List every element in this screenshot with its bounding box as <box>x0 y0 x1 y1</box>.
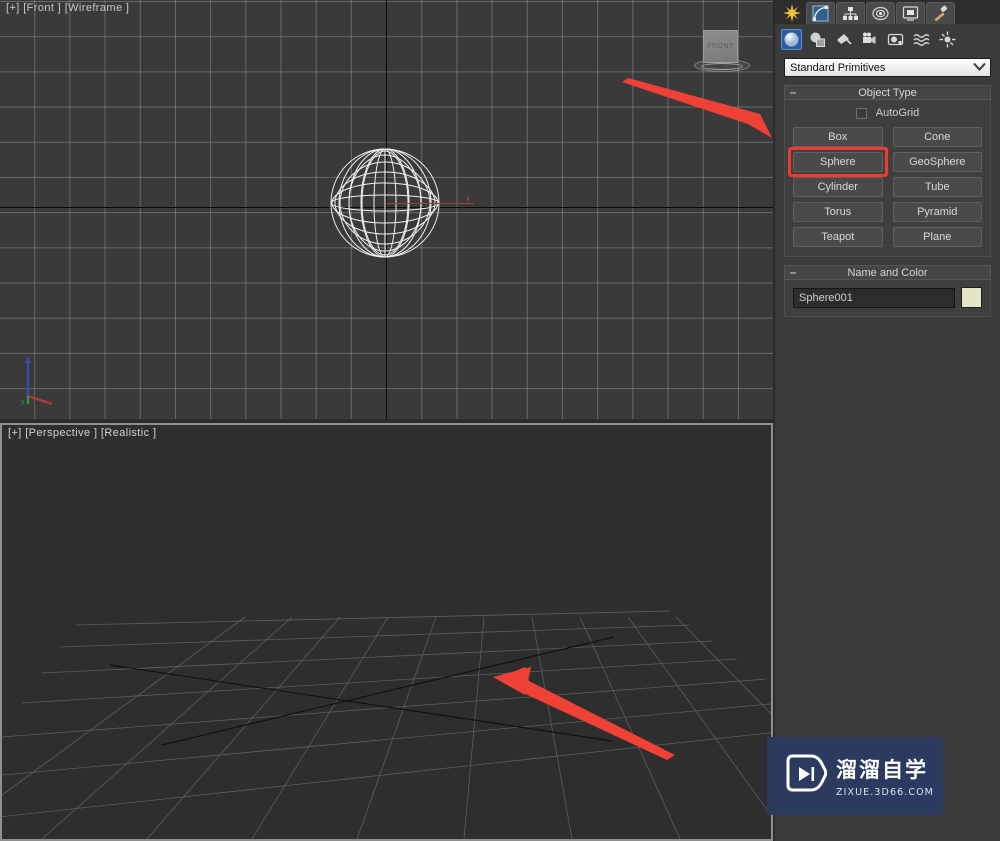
object-button-geosphere-label: GeoSphere <box>909 156 966 168</box>
rollout-object-type: Object Type AutoGrid Box Cone Sphere Geo… <box>784 85 991 257</box>
object-button-box-label: Box <box>828 131 848 143</box>
collapse-icon-name-color[interactable] <box>790 272 796 273</box>
tab-create[interactable] <box>779 2 805 24</box>
svg-text:x: x <box>44 399 48 406</box>
object-button-cone[interactable]: Cone <box>892 127 982 147</box>
sphere-icon <box>784 32 799 46</box>
object-button-pyramid[interactable]: Pyramid <box>892 202 982 222</box>
viewport-front[interactable]: x FRONT x y [+] [Front ] [Wireframe ] <box>0 0 773 419</box>
viewcube-inner-ring[interactable] <box>701 63 743 70</box>
object-button-cylinder[interactable]: Cylinder <box>793 177 883 197</box>
category-dropdown[interactable]: Standard Primitives <box>784 58 991 77</box>
category-dropdown-value: Standard Primitives <box>790 61 886 74</box>
perspective-ground-grid <box>2 425 771 839</box>
play-logo-icon <box>781 751 828 802</box>
rollout-body-name-and-color: Sphere001 <box>784 280 991 317</box>
object-button-torus-label: Torus <box>824 206 852 218</box>
object-button-tube-label: Tube <box>924 181 950 193</box>
category-systems[interactable] <box>937 29 958 50</box>
viewcube-face-label[interactable]: FRONT <box>703 30 738 63</box>
object-type-button-grid: Box Cone Sphere GeoSphere Cylinder Tube … <box>788 127 982 247</box>
tab-motion[interactable] <box>866 2 895 24</box>
autogrid-row: AutoGrid <box>793 107 982 119</box>
object-button-sphere[interactable]: Sphere <box>788 147 888 177</box>
tab-hierarchy[interactable] <box>836 2 865 24</box>
object-button-teapot[interactable]: Teapot <box>793 227 883 247</box>
hierarchy-icon <box>843 7 858 20</box>
hammer-icon <box>934 5 948 22</box>
category-dropdown-wrapper: Standard Primitives <box>775 54 1000 77</box>
tab-utilities[interactable] <box>926 2 955 24</box>
object-button-cone-label: Cone <box>924 131 951 143</box>
category-space-warps[interactable] <box>911 29 932 50</box>
command-panel-tabs <box>775 0 1000 24</box>
category-geometry[interactable] <box>781 28 802 50</box>
category-cameras[interactable] <box>859 29 880 50</box>
object-name-value: Sphere001 <box>799 291 853 304</box>
tape-icon <box>887 33 904 45</box>
category-shapes[interactable] <box>807 29 828 50</box>
viewport-perspective[interactable]: TOP <box>0 423 773 841</box>
display-icon <box>902 6 919 21</box>
camera-icon <box>863 32 876 44</box>
3dsmax-window: x FRONT x y [+] [Front ] [Wireframe ] [+… <box>0 0 1000 841</box>
wave-icon <box>913 33 930 46</box>
rollout-name-and-color: Name and Color Sphere001 <box>784 265 991 317</box>
systems-icon <box>939 31 956 47</box>
tab-display[interactable] <box>896 2 925 24</box>
object-button-cylinder-label: Cylinder <box>817 181 858 193</box>
category-lights[interactable] <box>833 29 854 50</box>
rollout-header-name-and-color[interactable]: Name and Color <box>784 265 991 280</box>
object-button-sphere-label: Sphere <box>820 156 856 168</box>
viewcube-front[interactable]: FRONT <box>694 30 750 76</box>
object-button-box[interactable]: Box <box>793 127 883 147</box>
object-color-swatch[interactable] <box>961 287 982 308</box>
object-button-pyramid-label: Pyramid <box>917 206 958 218</box>
svg-text:y: y <box>21 399 25 406</box>
collapse-icon[interactable] <box>790 92 796 93</box>
rollout-body-object-type: AutoGrid Box Cone Sphere GeoSphere Cylin… <box>784 100 991 257</box>
chevron-down-icon <box>973 62 986 74</box>
front-x-axis-label: x <box>466 194 470 203</box>
watermark-sub-text: ZIXUE.3D66.COM <box>836 787 934 798</box>
object-category-row <box>775 24 1000 54</box>
front-x-axis-gizmo <box>386 203 474 204</box>
object-button-torus[interactable]: Torus <box>793 202 883 222</box>
axis-tripod-front: x y <box>14 352 66 406</box>
watermark-main-text: 溜溜自学 <box>836 758 928 782</box>
command-panel: Standard Primitives Object Type AutoGrid… <box>775 0 1000 841</box>
viewport-label-perspective: [+] [Perspective ] [Realistic ] <box>8 427 157 439</box>
modify-icon <box>812 5 829 22</box>
object-button-teapot-label: Teapot <box>821 231 855 243</box>
object-name-input[interactable]: Sphere001 <box>793 287 955 308</box>
object-button-tube[interactable]: Tube <box>892 177 982 197</box>
light-icon <box>837 33 852 45</box>
tab-modify[interactable] <box>806 2 835 24</box>
viewport-label-front: [+] [Front ] [Wireframe ] <box>6 2 130 14</box>
rollout-title-name-and-color: Name and Color <box>847 266 928 279</box>
autogrid-checkbox[interactable] <box>855 107 867 119</box>
shapes-icon <box>810 32 825 47</box>
motion-icon <box>872 6 889 21</box>
autogrid-label: AutoGrid <box>875 107 920 119</box>
object-button-geosphere[interactable]: GeoSphere <box>892 152 982 172</box>
watermark: 溜溜自学 ZIXUE.3D66.COM <box>767 737 943 815</box>
rollout-title-object-type: Object Type <box>858 86 917 99</box>
object-button-plane-label: Plane <box>923 231 952 243</box>
category-helpers[interactable] <box>885 29 906 50</box>
object-button-plane[interactable]: Plane <box>892 227 982 247</box>
rollout-header-object-type[interactable]: Object Type <box>784 85 991 100</box>
star-icon <box>783 4 801 22</box>
